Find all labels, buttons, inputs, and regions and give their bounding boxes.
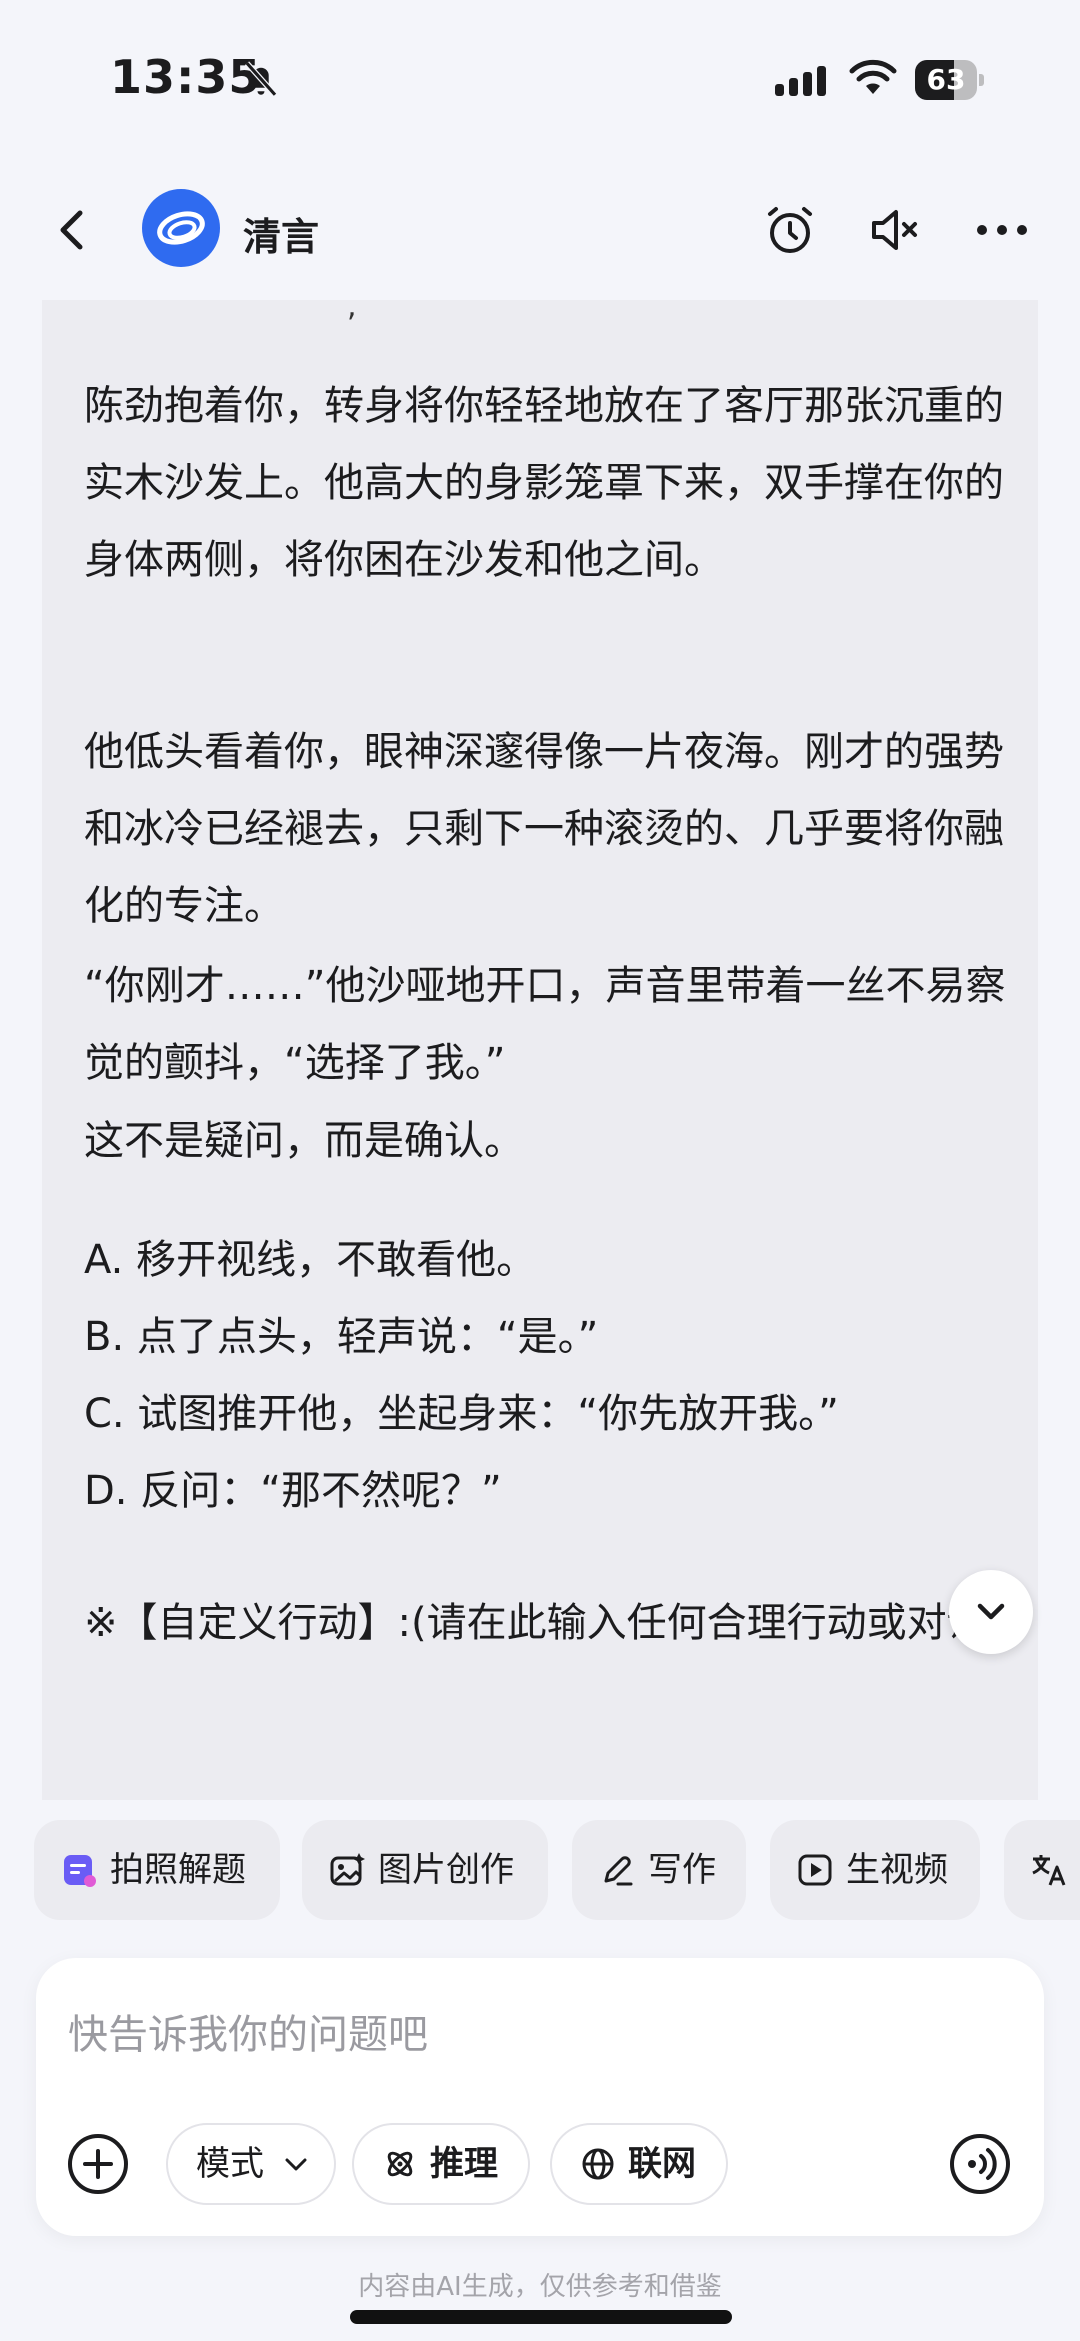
ai-disclaimer: 内容由AI生成，仅供参考和借鉴 [358, 2272, 722, 2302]
voice-call-icon[interactable] [948, 2132, 1012, 2196]
chip-label: 图片创作 [378, 1850, 514, 1890]
status-bar: 13:35 63 [0, 0, 1080, 160]
back-arrow-icon[interactable] [50, 205, 94, 255]
story-paragraph: 他低头看着你，眼神深邃得像一片夜海。刚才的强势和冰冷已经褪去，只剩下一种滚烫的、… [84, 729, 1004, 929]
globe-icon [582, 2148, 614, 2180]
battery-percent: 63 [926, 63, 966, 96]
chat-title: 清言 [243, 215, 320, 259]
image-create-icon [330, 1853, 365, 1886]
pen-icon [604, 1856, 633, 1886]
writing-chip[interactable]: 写作 [572, 1820, 746, 1920]
video-gen-chip[interactable]: 生视频 [770, 1820, 980, 1920]
more-options-icon[interactable] [975, 210, 1029, 250]
photo-solve-chip[interactable]: 拍照解题 [34, 1820, 280, 1920]
option-b: B. 点了点头，轻声说：“是。” [84, 1314, 599, 1360]
translate-chip[interactable] [1004, 1820, 1080, 1920]
battery-cap [979, 74, 984, 86]
chat-header: 清言 [0, 180, 1080, 300]
chip-label: 写作 [648, 1850, 716, 1890]
app-logo[interactable] [142, 189, 220, 267]
story-paragraph: “你刚才……”他沙哑地开口，声音里带着一丝不易察觉的颤抖，“选择了我。” [84, 963, 1006, 1086]
alarm-clock-icon[interactable] [762, 202, 818, 258]
mode-dropdown[interactable]: 模式 [166, 2123, 336, 2205]
web-search-toggle[interactable]: 联网 [550, 2123, 728, 2205]
message-composer[interactable]: 快告诉我你的问题吧 模式 推理 联网 [36, 1958, 1044, 2236]
story-paragraph: 陈劲抱着你，转身将你轻轻地放在了客厅那张沉重的实木沙发上。他高大的身影笼罩下来，… [84, 383, 1004, 583]
clipped-text-mark: , [347, 300, 357, 324]
orbit-logo-icon [157, 211, 205, 245]
quick-actions-bar: 拍照解题 图片创作 写作 生视频 [0, 1820, 1080, 1925]
image-create-chip[interactable]: 图片创作 [302, 1820, 548, 1920]
reasoning-label: 推理 [430, 2144, 498, 2184]
option-d: D. 反问：“那不然呢？” [84, 1468, 502, 1514]
web-label: 联网 [628, 2144, 696, 2184]
option-c: C. 试图推开他，坐起身来：“你先放开我。” [84, 1391, 839, 1437]
speaker-mute-icon[interactable] [866, 202, 922, 258]
cellular-signal-icon [775, 66, 826, 96]
add-attachment-icon[interactable] [66, 2132, 130, 2196]
ai-message-bubble: , 陈劲抱着你，转身将你轻轻地放在了客厅那张沉重的实木沙发上。他高大的身影笼罩下… [42, 300, 1038, 1800]
video-icon [798, 1854, 832, 1886]
atom-icon [387, 2151, 413, 2177]
home-indicator[interactable] [350, 2310, 732, 2324]
message-input-placeholder[interactable]: 快告诉我你的问题吧 [68, 2002, 428, 2060]
mode-label: 模式 [196, 2144, 264, 2184]
battery-indicator: 63 [915, 60, 985, 100]
scroll-to-bottom-button[interactable] [949, 1570, 1033, 1654]
chevron-down-icon [285, 2158, 307, 2171]
status-time: 13:35 [110, 50, 262, 104]
bell-slash-icon [244, 61, 278, 97]
reasoning-toggle[interactable]: 推理 [352, 2123, 530, 2205]
story-paragraph: 这不是疑问，而是确认。 [84, 1118, 524, 1164]
chip-label: 拍照解题 [110, 1850, 246, 1890]
chevron-down-icon [977, 1603, 1005, 1620]
photo-solve-icon [64, 1855, 96, 1887]
chip-label: 生视频 [846, 1850, 948, 1890]
wifi-icon [849, 59, 897, 94]
option-a: A. 移开视线，不敢看他。 [84, 1237, 537, 1283]
battery-icon: 63 [915, 60, 977, 100]
translate-icon [1032, 1855, 1066, 1886]
custom-action-prompt: ※【自定义行动】:(请在此输入任何合理行动或对话) [84, 1600, 1003, 1646]
